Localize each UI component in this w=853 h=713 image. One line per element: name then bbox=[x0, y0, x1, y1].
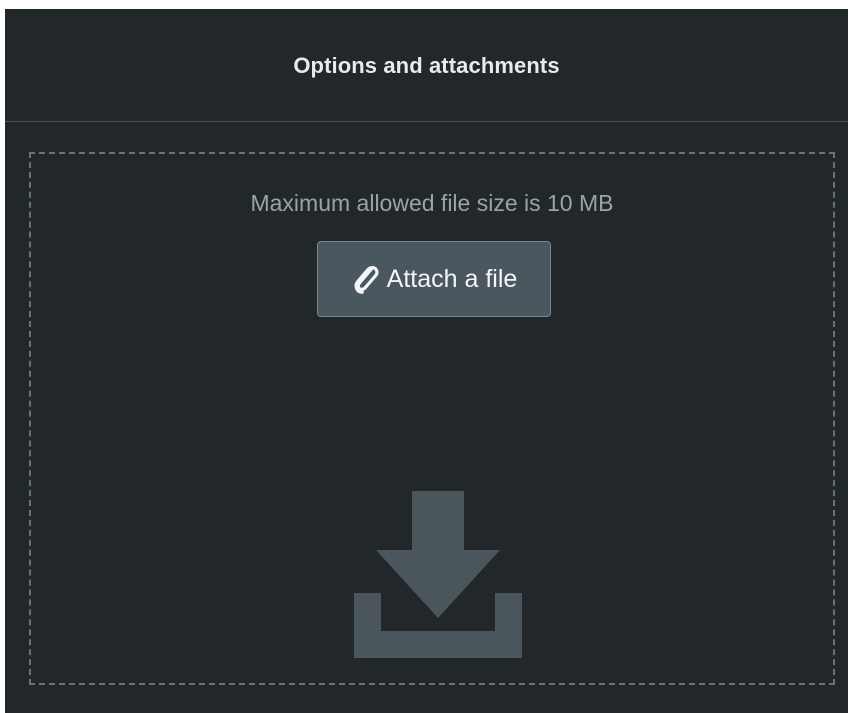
attach-file-button[interactable]: Attach a file bbox=[317, 241, 551, 317]
paperclip-icon bbox=[354, 266, 379, 294]
file-dropzone[interactable]: Maximum allowed file size is 10 MB Attac… bbox=[29, 152, 835, 685]
panel-title: Options and attachments bbox=[293, 53, 560, 78]
download-icon bbox=[354, 491, 522, 658]
max-file-size-hint: Maximum allowed file size is 10 MB bbox=[250, 190, 614, 216]
panel-header: Options and attachments bbox=[5, 9, 848, 122]
attach-file-label: Attach a file bbox=[386, 264, 518, 293]
options-attachments-panel: Options and attachments Maximum allowed … bbox=[5, 9, 848, 713]
